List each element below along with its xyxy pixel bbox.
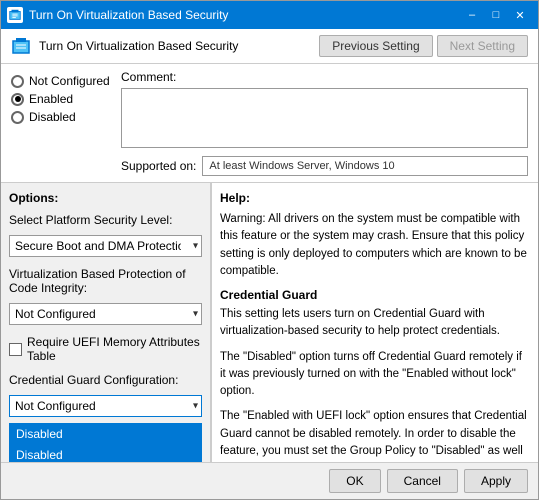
platform-dropdown[interactable]: Secure Boot and DMA Protection — [9, 235, 202, 257]
integrity-label: Virtualization Based Protection of Code … — [9, 267, 202, 295]
radio-group: Not Configured Enabled Disabled — [11, 70, 121, 176]
radio-label-disabled: Disabled — [29, 110, 76, 124]
help-panel: Help: Warning: All drivers on the system… — [211, 183, 538, 462]
credential-dropdown-open: Disabled Disabled Enabled with UEFI lock… — [9, 423, 202, 462]
comment-label: Comment: — [121, 70, 528, 84]
title-bar-controls: – □ ✕ — [460, 5, 532, 25]
main-content: Options: Select Platform Security Level:… — [1, 183, 538, 462]
uefi-checkbox-label: Require UEFI Memory Attributes Table — [27, 335, 202, 363]
header-buttons: Previous Setting Next Setting — [319, 35, 528, 57]
options-title: Options: — [9, 191, 202, 205]
footer: OK Cancel Apply — [1, 462, 538, 499]
radio-label-not-configured: Not Configured — [29, 74, 110, 88]
help-para-4: The "Enabled with UEFI lock" option ensu… — [220, 408, 530, 462]
header-icon — [11, 36, 31, 56]
platform-label: Select Platform Security Level: — [9, 213, 202, 227]
comment-section: Comment: Supported on: At least Windows … — [121, 70, 528, 176]
radio-disabled[interactable]: Disabled — [11, 110, 121, 124]
title-bar: Turn On Virtualization Based Security – … — [1, 1, 538, 29]
config-area: Not Configured Enabled Disabled Comment:… — [1, 64, 538, 183]
supported-value: At least Windows Server, Windows 10 — [202, 156, 528, 176]
help-para-0: Warning: All drivers on the system must … — [220, 211, 530, 280]
main-window: Turn On Virtualization Based Security – … — [0, 0, 539, 500]
apply-button[interactable]: Apply — [464, 469, 528, 493]
cancel-button[interactable]: Cancel — [387, 469, 458, 493]
radio-circle-not-configured — [11, 75, 24, 88]
help-para-2: This setting lets users turn on Credenti… — [220, 306, 530, 341]
title-bar-text: Turn On Virtualization Based Security — [29, 8, 454, 22]
integrity-dropdown-container: Not Configured ▾ — [9, 303, 202, 325]
options-panel: Options: Select Platform Security Level:… — [1, 183, 211, 462]
uefi-checkbox[interactable] — [9, 343, 22, 356]
radio-enabled[interactable]: Enabled — [11, 92, 121, 106]
maximize-button[interactable]: □ — [484, 5, 508, 25]
dropdown-selected-display[interactable]: Disabled — [9, 423, 202, 445]
header-area: Turn On Virtualization Based Security Pr… — [1, 29, 538, 64]
dropdown-menu: Disabled Enabled with UEFI lock Enabled … — [9, 445, 202, 462]
supported-label: Supported on: — [121, 159, 196, 173]
radio-circle-enabled — [11, 93, 24, 106]
minimize-button[interactable]: – — [460, 5, 484, 25]
help-para-3: The "Disabled" option turns off Credenti… — [220, 349, 530, 401]
platform-dropdown-container: Secure Boot and DMA Protection ▾ — [9, 235, 202, 257]
ok-button[interactable]: OK — [329, 469, 380, 493]
checkbox-row[interactable]: Require UEFI Memory Attributes Table — [9, 335, 202, 363]
dropdown-item-disabled[interactable]: Disabled — [10, 445, 201, 462]
radio-label-enabled: Enabled — [29, 92, 73, 106]
dropdown-selected-text: Disabled — [16, 427, 63, 441]
help-subtitle-credential: Credential Guard — [220, 288, 530, 302]
next-setting-button[interactable]: Next Setting — [437, 35, 528, 57]
credential-dropdown-closed: Not Configured ▾ — [9, 395, 202, 417]
window-icon — [7, 7, 23, 23]
radio-circle-disabled — [11, 111, 24, 124]
comment-input[interactable] — [121, 88, 528, 148]
radio-not-configured[interactable]: Not Configured — [11, 74, 121, 88]
help-title: Help: — [220, 191, 530, 205]
credential-label: Credential Guard Configuration: — [9, 373, 202, 387]
close-button[interactable]: ✕ — [508, 5, 532, 25]
integrity-dropdown[interactable]: Not Configured — [9, 303, 202, 325]
header-title: Turn On Virtualization Based Security — [39, 39, 311, 53]
credential-dropdown[interactable]: Not Configured — [9, 395, 202, 417]
supported-row: Supported on: At least Windows Server, W… — [121, 156, 528, 176]
previous-setting-button[interactable]: Previous Setting — [319, 35, 432, 57]
